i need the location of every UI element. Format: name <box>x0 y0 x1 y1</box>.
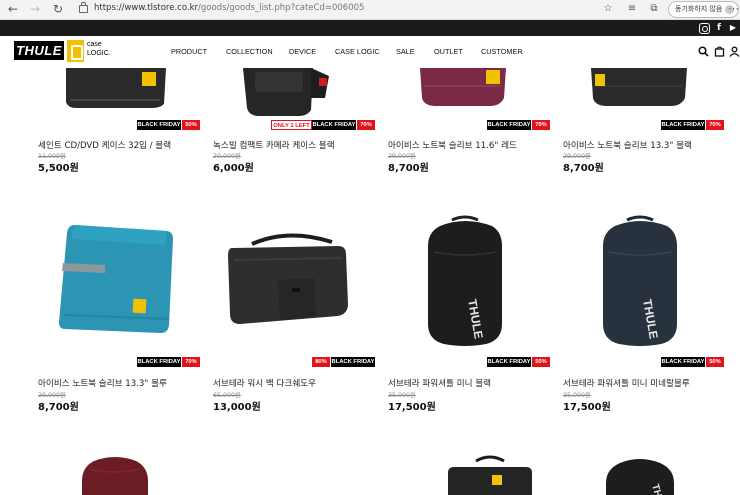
sale-price: 8,700원 <box>38 402 79 413</box>
case-logic-mark-icon <box>67 40 84 62</box>
search-icon[interactable] <box>698 46 709 57</box>
menu-outlet[interactable]: OUTLET <box>434 47 463 56</box>
product-name[interactable]: 세인트 CD/DVD 케이스 32입 / 블랙 <box>38 139 171 151</box>
discount-badge: 70% <box>532 120 550 130</box>
menu-sale[interactable]: SALE <box>396 47 415 56</box>
sale-price: 6,000원 <box>213 163 254 174</box>
youtube-icon[interactable]: ▶ <box>727 22 739 34</box>
sale-price: 8,700원 <box>563 163 604 174</box>
product-name[interactable]: 서브테라 파워셔틀 미니 블랙 <box>388 377 491 389</box>
case-logic-line1: case <box>87 41 102 48</box>
product-name[interactable]: 녹스빌 컴팩트 카메라 케이스 블랙 <box>213 139 335 151</box>
menu-customer[interactable]: CUSTOMER <box>481 47 523 56</box>
product-image-10[interactable] <box>440 455 540 495</box>
collections-icon[interactable]: ⧉ <box>648 3 660 15</box>
product-image-4[interactable] <box>565 68 705 118</box>
svg-text:TH: TH <box>649 483 663 495</box>
discount-badge: 80% <box>312 357 330 367</box>
product-image-1[interactable] <box>40 68 180 118</box>
url-host: https://www.tlstore.co.kr <box>94 3 198 13</box>
black-friday-badge: BLACK FRIDAY <box>137 357 181 367</box>
favorites-list-icon[interactable]: ≡ <box>626 3 638 15</box>
address-bar[interactable]: https://www.tlstore.co.kr/goods/goods_li… <box>94 3 364 13</box>
forward-arrow-icon[interactable]: → <box>28 2 42 16</box>
browser-toolbar: ← → ↻ https://www.tlstore.co.kr/goods/go… <box>0 0 740 20</box>
more-options-icon[interactable]: ⋯ <box>728 2 739 15</box>
product-name[interactable]: 아이비스 노트북 슬리브 11.6" 레드 <box>388 139 517 151</box>
menu-case-logic[interactable]: CASE LOGIC <box>335 47 380 56</box>
site-top-bar: f ▶ <box>0 20 740 36</box>
sync-label: 동기화하지 않음 <box>675 5 723 13</box>
sale-price: 13,000원 <box>213 402 261 413</box>
product-image-7[interactable]: THULE <box>410 212 520 352</box>
favorite-star-icon[interactable]: ☆ <box>602 3 614 15</box>
product-image-2[interactable] <box>215 68 355 118</box>
sale-price: 8,700원 <box>388 163 429 174</box>
case-logic-logo[interactable]: case LOGIC. <box>67 39 111 63</box>
product-name[interactable]: 아이비스 노트북 슬리브 13.3" 블랙 <box>563 139 692 151</box>
black-friday-badge: BLACK FRIDAY <box>661 120 705 130</box>
discount-badge: 50% <box>706 357 724 367</box>
product-name[interactable]: 서브테라 파워셔틀 미니 미네랄블루 <box>563 377 690 389</box>
product-image-6[interactable] <box>218 228 358 348</box>
thule-logo[interactable]: THULE <box>14 41 64 60</box>
case-logic-line2: LOGIC. <box>87 50 111 57</box>
back-arrow-icon[interactable]: ← <box>6 2 20 16</box>
black-friday-badge: BLACK FRIDAY <box>137 120 181 130</box>
menu-collection[interactable]: COLLECTION <box>226 47 273 56</box>
sale-price: 17,500원 <box>388 402 436 413</box>
menu-product[interactable]: PRODUCT <box>171 47 207 56</box>
sale-price: 5,500원 <box>38 163 79 174</box>
facebook-icon[interactable]: f <box>713 22 725 34</box>
black-friday-badge: BLACK FRIDAY <box>331 357 375 367</box>
product-image-11[interactable]: TH <box>590 455 690 495</box>
instagram-icon[interactable] <box>699 23 710 34</box>
product-image-8[interactable]: THULE <box>585 212 695 352</box>
product-name[interactable]: 서브테라 워시 백 다크쉐도우 <box>213 377 316 389</box>
product-image-5[interactable] <box>45 205 185 350</box>
lock-icon[interactable] <box>79 2 88 13</box>
menu-device[interactable]: DEVICE <box>289 47 316 56</box>
cart-icon[interactable] <box>714 46 725 57</box>
product-image-3[interactable] <box>390 68 530 118</box>
black-friday-badge: BLACK FRIDAY <box>312 120 356 130</box>
only-one-left-badge: ONLY 1 LEFT <box>271 120 312 130</box>
black-friday-badge: BLACK FRIDAY <box>487 120 531 130</box>
product-image-9[interactable] <box>70 455 160 495</box>
product-name[interactable]: 아이비스 노트북 슬리브 13.3" 블루 <box>38 377 167 389</box>
discount-badge: 50% <box>532 357 550 367</box>
discount-badge: 70% <box>182 357 200 367</box>
user-icon[interactable] <box>729 46 740 57</box>
refresh-icon[interactable]: ↻ <box>51 2 65 16</box>
discount-badge: 70% <box>357 120 375 130</box>
sale-price: 17,500원 <box>563 402 611 413</box>
url-path: /goods/goods_list.php?cateCd=006005 <box>197 3 365 13</box>
discount-badge: 70% <box>706 120 724 130</box>
black-friday-badge: BLACK FRIDAY <box>661 357 705 367</box>
discount-badge: 50% <box>182 120 200 130</box>
black-friday-badge: BLACK FRIDAY <box>487 357 531 367</box>
